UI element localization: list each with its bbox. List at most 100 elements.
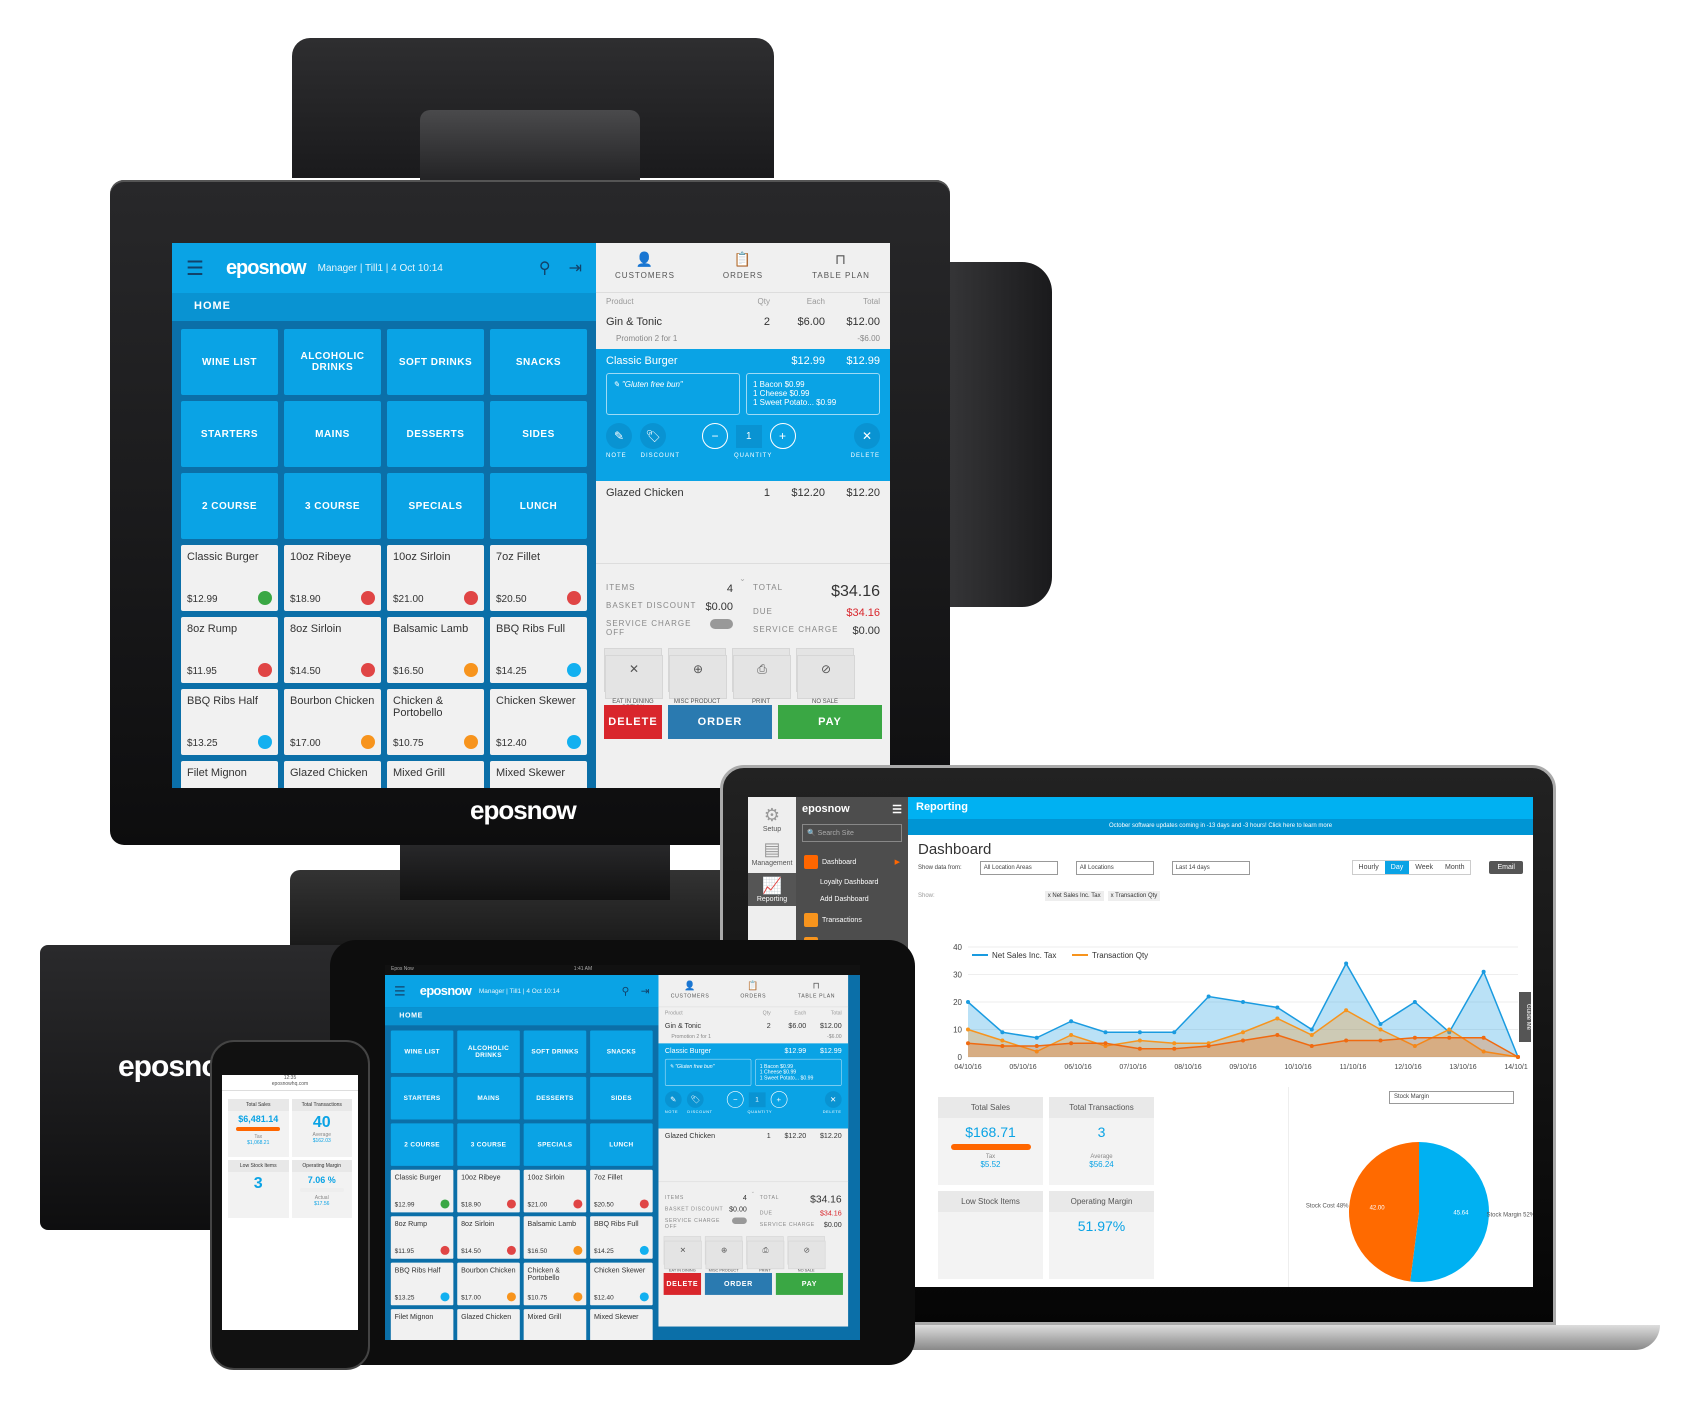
order-button[interactable]: ORDER xyxy=(704,1272,772,1295)
data-point[interactable] xyxy=(1344,1038,1349,1043)
product-button[interactable]: BBQ Ribs Full $14.25 xyxy=(590,1216,653,1259)
product-button[interactable]: Glazed Chicken xyxy=(457,1309,520,1340)
granularity-hourly[interactable]: Hourly xyxy=(1353,861,1385,874)
update-notice[interactable]: October software updates coming in -13 d… xyxy=(908,819,1533,835)
category-button[interactable]: SNACKS xyxy=(590,1030,653,1074)
date-range-select[interactable]: Last 14 days xyxy=(1171,860,1250,875)
quantity-value[interactable]: 1 xyxy=(748,1092,766,1107)
tab-orders[interactable]: 📋 ORDERS xyxy=(722,975,785,1007)
tab-table-plan[interactable]: ⊓ TABLE PLAN xyxy=(792,243,890,292)
order-row[interactable]: Gin & Tonic 2 $6.00 $12.00 xyxy=(596,310,890,334)
product-button[interactable]: 10oz Sirloin $21.00 xyxy=(523,1169,587,1213)
delete-button[interactable]: DELETE xyxy=(663,1272,702,1295)
product-button[interactable]: 7oz Fillet $20.50 xyxy=(590,1169,653,1213)
data-point[interactable] xyxy=(1447,1035,1452,1040)
pie-slice[interactable] xyxy=(1349,1142,1419,1282)
data-point[interactable] xyxy=(1241,1030,1245,1035)
category-button[interactable]: WINE LIST xyxy=(390,1030,454,1074)
pay-button[interactable]: PAY xyxy=(778,705,882,739)
delete-item-button[interactable]: ✕ xyxy=(824,1091,842,1108)
category-button[interactable]: 2 COURSE xyxy=(390,1123,454,1166)
discount-button[interactable]: 🏷 xyxy=(640,423,666,449)
menu-dashboard[interactable]: Dashboard ▶ xyxy=(802,850,902,874)
data-point[interactable] xyxy=(1275,1033,1280,1037)
order-row[interactable]: Glazed Chicken 1 $12.20 $12.20 xyxy=(658,1129,848,1144)
product-button[interactable]: BBQ Ribs Full $14.25 xyxy=(490,617,587,683)
data-point[interactable] xyxy=(1103,1041,1108,1046)
data-point[interactable] xyxy=(1069,1033,1074,1037)
product-button[interactable]: Mixed Grill xyxy=(523,1309,587,1340)
print-button[interactable]: ⎙ PRINT xyxy=(732,648,791,705)
product-button[interactable]: Bourbon Chicken $17.00 xyxy=(284,689,381,755)
search-icon[interactable]: ⚲ xyxy=(539,258,551,278)
granularity-day[interactable]: Day xyxy=(1384,861,1410,874)
order-row[interactable]: Gin & Tonic 2 $6.00 $12.00 xyxy=(658,1018,848,1033)
misc-product-button[interactable]: ⊕ MISC PRODUCT xyxy=(704,1236,743,1273)
data-point[interactable] xyxy=(1378,1027,1383,1032)
no-sale-button[interactable]: ⊘ NO SALE xyxy=(796,648,855,705)
discount-button[interactable]: 🏷 xyxy=(686,1091,704,1108)
data-point[interactable] xyxy=(1137,1030,1142,1035)
service-charge-toggle[interactable] xyxy=(709,619,733,629)
product-button[interactable]: 10oz Sirloin $21.00 xyxy=(387,545,484,611)
series-tag[interactable]: x Transaction Qty xyxy=(1107,891,1161,901)
product-button[interactable]: Mixed Grill xyxy=(387,761,484,788)
category-button[interactable]: LUNCH xyxy=(590,1123,653,1166)
data-point[interactable] xyxy=(1344,1008,1349,1013)
data-point[interactable] xyxy=(1206,1044,1211,1048)
category-button[interactable]: SOFT DRINKS xyxy=(523,1030,587,1074)
delete-button[interactable]: DELETE xyxy=(604,705,662,739)
granularity-week[interactable]: Week xyxy=(1409,861,1439,874)
product-button[interactable]: BBQ Ribs Half $13.25 xyxy=(390,1262,454,1306)
search-site-input[interactable]: 🔍 Search Site xyxy=(802,824,902,842)
category-button[interactable]: SNACKS xyxy=(490,329,587,395)
menu-transactions[interactable]: Transactions xyxy=(802,908,902,932)
product-button[interactable]: Classic Burger $12.99 xyxy=(181,545,278,611)
data-point[interactable] xyxy=(1378,1022,1383,1026)
url-bar[interactable]: eposnowhq.com xyxy=(222,1081,358,1087)
category-button[interactable]: SIDES xyxy=(490,401,587,467)
data-point[interactable] xyxy=(966,1027,970,1032)
product-button[interactable]: 10oz Ribeye $18.90 xyxy=(457,1169,520,1213)
service-charge-toggle[interactable] xyxy=(731,1217,747,1224)
locations-select[interactable]: All Locations xyxy=(1075,860,1154,875)
data-point[interactable] xyxy=(1309,1033,1314,1037)
data-point[interactable] xyxy=(1137,1038,1142,1043)
data-point[interactable] xyxy=(1137,1046,1142,1051)
data-point[interactable] xyxy=(1309,1044,1314,1048)
search-icon[interactable]: ⚲ xyxy=(622,985,630,998)
product-button[interactable]: Balsamic Lamb $16.50 xyxy=(523,1216,587,1259)
pie-slice[interactable] xyxy=(1410,1142,1489,1282)
category-button[interactable]: MAINS xyxy=(284,401,381,467)
product-button[interactable]: Mixed Skewer xyxy=(490,761,587,788)
breadcrumb-home[interactable]: HOME xyxy=(385,1007,659,1026)
data-point[interactable] xyxy=(1241,1038,1245,1043)
data-point[interactable] xyxy=(1378,1038,1383,1043)
product-button[interactable]: 8oz Sirloin $14.50 xyxy=(284,617,381,683)
data-point[interactable] xyxy=(1069,1041,1074,1046)
guide-me-tab[interactable]: Guide Me xyxy=(1519,992,1531,1042)
data-point[interactable] xyxy=(1000,1038,1005,1043)
delete-item-button[interactable]: ✕ xyxy=(854,423,880,449)
data-point[interactable] xyxy=(1034,1035,1039,1040)
dining-option-button[interactable]: ✕EAT IN DINING OPTION xyxy=(663,1236,702,1277)
data-point[interactable] xyxy=(1034,1044,1039,1048)
menu-add-dashboard[interactable]: Add Dashboard xyxy=(802,891,902,908)
logout-icon[interactable]: ⇥ xyxy=(569,258,582,278)
data-point[interactable] xyxy=(1447,1027,1452,1032)
breadcrumb-home[interactable]: HOME xyxy=(172,293,596,321)
data-point[interactable] xyxy=(1516,1055,1520,1059)
selected-order-item[interactable]: Classic Burger $12.99 $12.99 ✎ "Gluten f… xyxy=(596,349,890,481)
data-point[interactable] xyxy=(1103,1030,1108,1035)
data-point[interactable] xyxy=(1172,1041,1177,1046)
product-button[interactable]: 10oz Ribeye $18.90 xyxy=(284,545,381,611)
data-point[interactable] xyxy=(1275,1016,1280,1021)
location-areas-select[interactable]: All Location Areas xyxy=(979,860,1058,875)
data-point[interactable] xyxy=(1172,1046,1177,1051)
email-button[interactable]: Email xyxy=(1489,861,1523,874)
logout-icon[interactable]: ⇥ xyxy=(641,985,650,998)
data-point[interactable] xyxy=(966,1041,970,1046)
decrease-quantity-button[interactable]: − xyxy=(726,1091,744,1108)
dining-option-button[interactable]: ✕EAT IN DINING OPTION xyxy=(604,648,663,711)
product-button[interactable]: Mixed Skewer xyxy=(590,1309,653,1340)
